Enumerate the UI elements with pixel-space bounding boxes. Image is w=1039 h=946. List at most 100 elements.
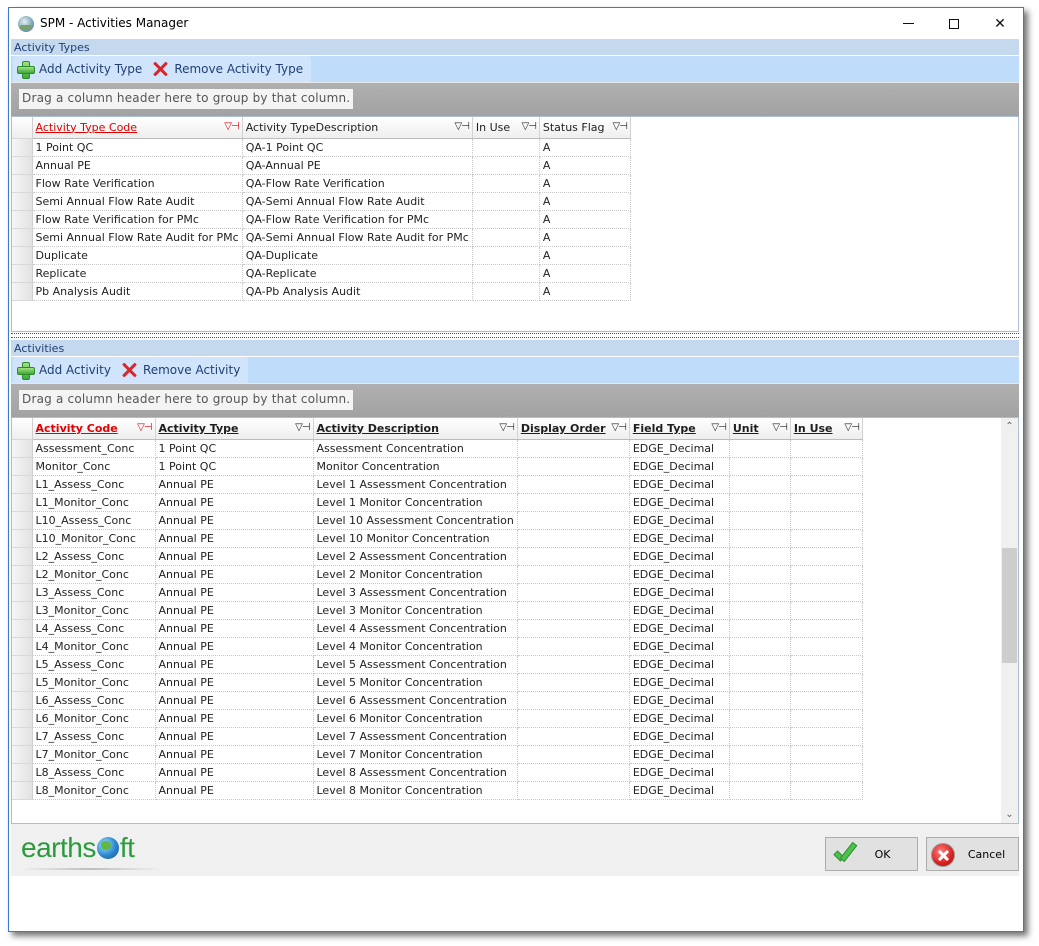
cell-field-type[interactable]: EDGE_Decimal	[629, 601, 730, 620]
row-selector[interactable]	[12, 156, 33, 175]
cell-field-type[interactable]: EDGE_Decimal	[629, 745, 730, 764]
cell-unit[interactable]	[729, 655, 791, 674]
cell-in-use[interactable]	[472, 174, 540, 193]
cell-in-use[interactable]	[790, 655, 863, 674]
table-row[interactable]: Semi Annual Flow Rate Audit for PMc QA-Se…	[12, 228, 631, 247]
column-header-icons[interactable]: ▽⊣	[224, 121, 240, 132]
table-row[interactable]: L8_Monitor_Conc Annual PE Level 8 Monitor …	[12, 781, 863, 800]
pin-icon[interactable]: ⊣	[619, 121, 628, 132]
cell-display-order[interactable]	[517, 583, 630, 602]
row-selector[interactable]	[12, 709, 33, 728]
cell-activity-code[interactable]: L10_Monitor_Conc	[32, 529, 156, 548]
cell-unit[interactable]	[729, 457, 791, 476]
cell-activity-typedescription[interactable]: QA-Annual PE	[242, 156, 473, 175]
row-selector[interactable]	[12, 228, 33, 247]
cell-activity-typedescription[interactable]: QA-Flow Rate Verification	[242, 174, 473, 193]
cell-field-type[interactable]: EDGE_Decimal	[629, 493, 730, 512]
cell-activity-code[interactable]: L4_Monitor_Conc	[32, 637, 156, 656]
cell-activity-code[interactable]: L7_Assess_Conc	[32, 727, 156, 746]
cell-display-order[interactable]	[517, 781, 630, 800]
cell-unit[interactable]	[729, 637, 791, 656]
row-selector[interactable]	[12, 583, 33, 602]
table-row[interactable]: L1_Assess_Conc Annual PE Level 1 Assessmen…	[12, 475, 863, 494]
cell-in-use[interactable]	[790, 691, 863, 710]
pin-icon[interactable]: ⊣	[231, 121, 240, 132]
cancel-button[interactable]: Cancel	[926, 837, 1019, 871]
row-selector[interactable]	[12, 264, 33, 283]
cell-in-use[interactable]	[790, 727, 863, 746]
cell-display-order[interactable]	[517, 547, 630, 566]
row-selector[interactable]	[12, 246, 33, 265]
cell-unit[interactable]	[729, 529, 791, 548]
cell-activity-code[interactable]: Assessment_Conc	[32, 439, 156, 458]
table-row[interactable]: L8_Assess_Conc Annual PE Level 8 Assessmen…	[12, 763, 863, 782]
pin-icon[interactable]: ⊣	[618, 422, 627, 433]
cell-activity-type[interactable]: Annual PE	[155, 727, 314, 746]
cell-unit[interactable]	[729, 493, 791, 512]
cell-activity-description[interactable]: Level 6 Monitor Concentration	[313, 709, 518, 728]
column-header-icons[interactable]: ▽⊣	[772, 422, 787, 433]
table-row[interactable]: L2_Monitor_Conc Annual PE Level 2 Monitor …	[12, 565, 863, 584]
cell-in-use[interactable]	[790, 457, 863, 476]
table-row[interactable]: Annual PE QA-Annual PE A	[12, 156, 631, 175]
row-selector[interactable]	[12, 745, 33, 764]
cell-activity-code[interactable]: L6_Monitor_Conc	[32, 709, 156, 728]
remove-activity-type-button[interactable]: Remove Activity Type	[152, 61, 303, 77]
cell-in-use[interactable]	[790, 565, 863, 584]
cell-field-type[interactable]: EDGE_Decimal	[629, 637, 730, 656]
cell-in-use[interactable]	[790, 511, 863, 530]
cell-activity-description[interactable]: Level 2 Assessment Concentration	[313, 547, 518, 566]
cell-unit[interactable]	[729, 583, 791, 602]
cell-activity-description[interactable]: Level 3 Monitor Concentration	[313, 601, 518, 620]
column-header-icons[interactable]: ▽⊣	[499, 422, 515, 433]
add-activity-button[interactable]: Add Activity	[17, 362, 111, 380]
table-row[interactable]: L5_Assess_Conc Annual PE Level 5 Assessmen…	[12, 655, 863, 674]
cell-unit[interactable]	[729, 601, 791, 620]
cell-in-use[interactable]	[790, 475, 863, 494]
column-header-status-flag[interactable]: Status Flag ▽⊣	[539, 117, 631, 139]
cell-activity-code[interactable]: L1_Monitor_Conc	[32, 493, 156, 512]
cell-activity-type[interactable]: Annual PE	[155, 619, 314, 638]
cell-in-use[interactable]	[790, 673, 863, 692]
activities-vertical-scrollbar[interactable]: ⌃ ⌄	[1001, 418, 1018, 823]
row-selector[interactable]	[12, 174, 33, 193]
cell-activity-description[interactable]: Assessment Concentration	[313, 439, 518, 458]
cell-activity-type-code[interactable]: Flow Rate Verification	[32, 174, 243, 193]
cell-activity-description[interactable]: Level 6 Assessment Concentration	[313, 691, 518, 710]
cell-activity-code[interactable]: L4_Assess_Conc	[32, 619, 156, 638]
cell-unit[interactable]	[729, 619, 791, 638]
cell-activity-type[interactable]: Annual PE	[155, 511, 314, 530]
cell-activity-code[interactable]: L10_Assess_Conc	[32, 511, 156, 530]
table-row[interactable]: Semi Annual Flow Rate Audit QA-Semi Annua…	[12, 192, 631, 211]
table-row[interactable]: L7_Monitor_Conc Annual PE Level 7 Monitor …	[12, 745, 863, 764]
cell-activity-description[interactable]: Level 8 Monitor Concentration	[313, 781, 518, 800]
cell-in-use[interactable]	[472, 138, 540, 157]
cell-status-flag[interactable]: A	[539, 192, 631, 211]
cell-activity-code[interactable]: Monitor_Conc	[32, 457, 156, 476]
remove-activity-button[interactable]: Remove Activity	[121, 362, 240, 378]
cell-status-flag[interactable]: A	[539, 282, 631, 301]
cell-activity-code[interactable]: L5_Assess_Conc	[32, 655, 156, 674]
table-row[interactable]: Duplicate QA-Duplicate A	[12, 246, 631, 265]
cell-in-use[interactable]	[790, 493, 863, 512]
table-row[interactable]: Flow Rate Verification QA-Flow Rate Verif…	[12, 174, 631, 193]
column-header-in-use[interactable]: In Use ▽⊣	[472, 117, 540, 139]
cell-field-type[interactable]: EDGE_Decimal	[629, 547, 730, 566]
cell-display-order[interactable]	[517, 511, 630, 530]
cell-activity-code[interactable]: L6_Assess_Conc	[32, 691, 156, 710]
pin-icon[interactable]: ⊣	[144, 422, 153, 433]
maximize-button[interactable]	[931, 8, 977, 39]
pin-icon[interactable]: ⊣	[506, 422, 515, 433]
cell-status-flag[interactable]: A	[539, 156, 631, 175]
cell-display-order[interactable]	[517, 475, 630, 494]
minimize-button[interactable]	[885, 8, 931, 39]
pin-icon[interactable]: ⊣	[461, 121, 470, 132]
cell-in-use[interactable]	[790, 439, 863, 458]
column-header-icons[interactable]: ▽⊣	[612, 121, 628, 132]
scroll-thumb[interactable]	[1002, 548, 1017, 663]
cell-activity-type[interactable]: 1 Point QC	[155, 439, 314, 458]
cell-in-use[interactable]	[790, 529, 863, 548]
column-header-field-type[interactable]: Field Type ▽⊣	[629, 418, 730, 440]
pin-icon[interactable]: ⊣	[528, 121, 537, 132]
cell-activity-type[interactable]: Annual PE	[155, 637, 314, 656]
